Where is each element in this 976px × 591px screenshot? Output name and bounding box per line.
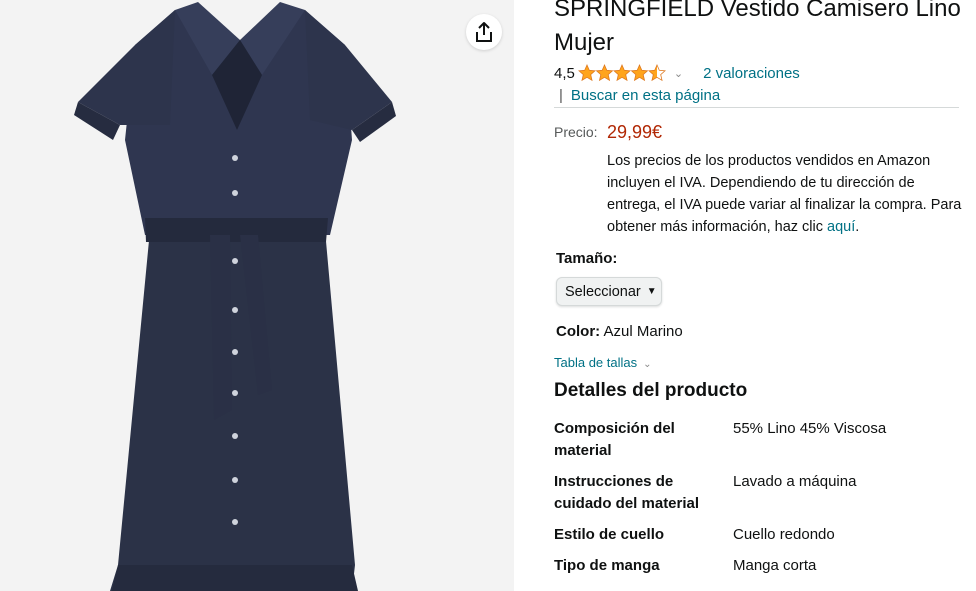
- spec-value: 55% Lino 45% Viscosa: [733, 420, 887, 437]
- size-chart-row: Tabla de tallas ⌄: [554, 355, 652, 370]
- spec-key: Instrucciones de cuidado del material: [554, 473, 700, 512]
- spec-key: Estilo de cuello: [554, 526, 665, 543]
- rating-value: 4,5: [554, 64, 575, 82]
- spec-value: Manga corta: [733, 557, 817, 574]
- star-rating[interactable]: [578, 64, 666, 82]
- search-page-row: | Buscar en esta página: [554, 85, 959, 108]
- star-icon: [578, 64, 666, 81]
- share-button[interactable]: [466, 14, 502, 50]
- color-row: Color: Azul Marino: [556, 323, 683, 340]
- search-page-link[interactable]: Buscar en esta página: [571, 87, 720, 104]
- spec-value: Lavado a máquina: [733, 473, 857, 490]
- share-icon: [476, 22, 492, 42]
- divider: |: [559, 87, 563, 104]
- tax-info-link[interactable]: aquí: [827, 219, 855, 235]
- chevron-down-icon[interactable]: ⌄: [674, 67, 683, 80]
- tax-note: Los precios de los productos vendidos en…: [607, 153, 962, 235]
- color-value: Azul Marino: [603, 323, 683, 340]
- price-label: Precio:: [554, 124, 598, 140]
- size-label: Tamaño:: [556, 250, 618, 267]
- size-chart-link[interactable]: Tabla de tallas: [554, 355, 637, 370]
- spec-row: Tipo de manga Manga corta: [554, 555, 886, 577]
- spec-key: Composición del material: [554, 420, 675, 459]
- spec-key: Tipo de manga: [554, 557, 660, 574]
- price-row: Precio: 29,99€: [554, 122, 662, 142]
- rating-row: 4,5 ⌄ 2 valoraciones: [554, 62, 800, 84]
- size-select-value: Seleccionar: [565, 283, 641, 300]
- product-image-panel[interactable]: [0, 0, 514, 591]
- size-select[interactable]: Seleccionar ▼: [556, 277, 662, 306]
- product-title: SPRINGFIELD Vestido Camisero Lino Mujer: [554, 0, 961, 56]
- dress-image: [74, 2, 396, 591]
- spec-row: Estilo de cuello Cuello redondo: [554, 524, 886, 555]
- chevron-down-icon: ▼: [646, 286, 657, 297]
- price-value: 29,99€: [607, 122, 663, 142]
- spec-value: Cuello redondo: [733, 526, 835, 543]
- tax-note-text: Los precios de los productos vendidos en…: [607, 153, 962, 235]
- spec-row: Instrucciones de cuidado del material La…: [554, 471, 886, 524]
- color-label: Color:: [556, 323, 601, 340]
- ratings-count-link[interactable]: 2 valoraciones: [703, 65, 800, 82]
- details-heading: Detalles del producto: [554, 380, 748, 401]
- product-specs-table: Composición del material 55% Lino 45% Vi…: [554, 418, 886, 577]
- chevron-down-icon[interactable]: ⌄: [643, 359, 651, 370]
- spec-row: Composición del material 55% Lino 45% Vi…: [554, 418, 886, 471]
